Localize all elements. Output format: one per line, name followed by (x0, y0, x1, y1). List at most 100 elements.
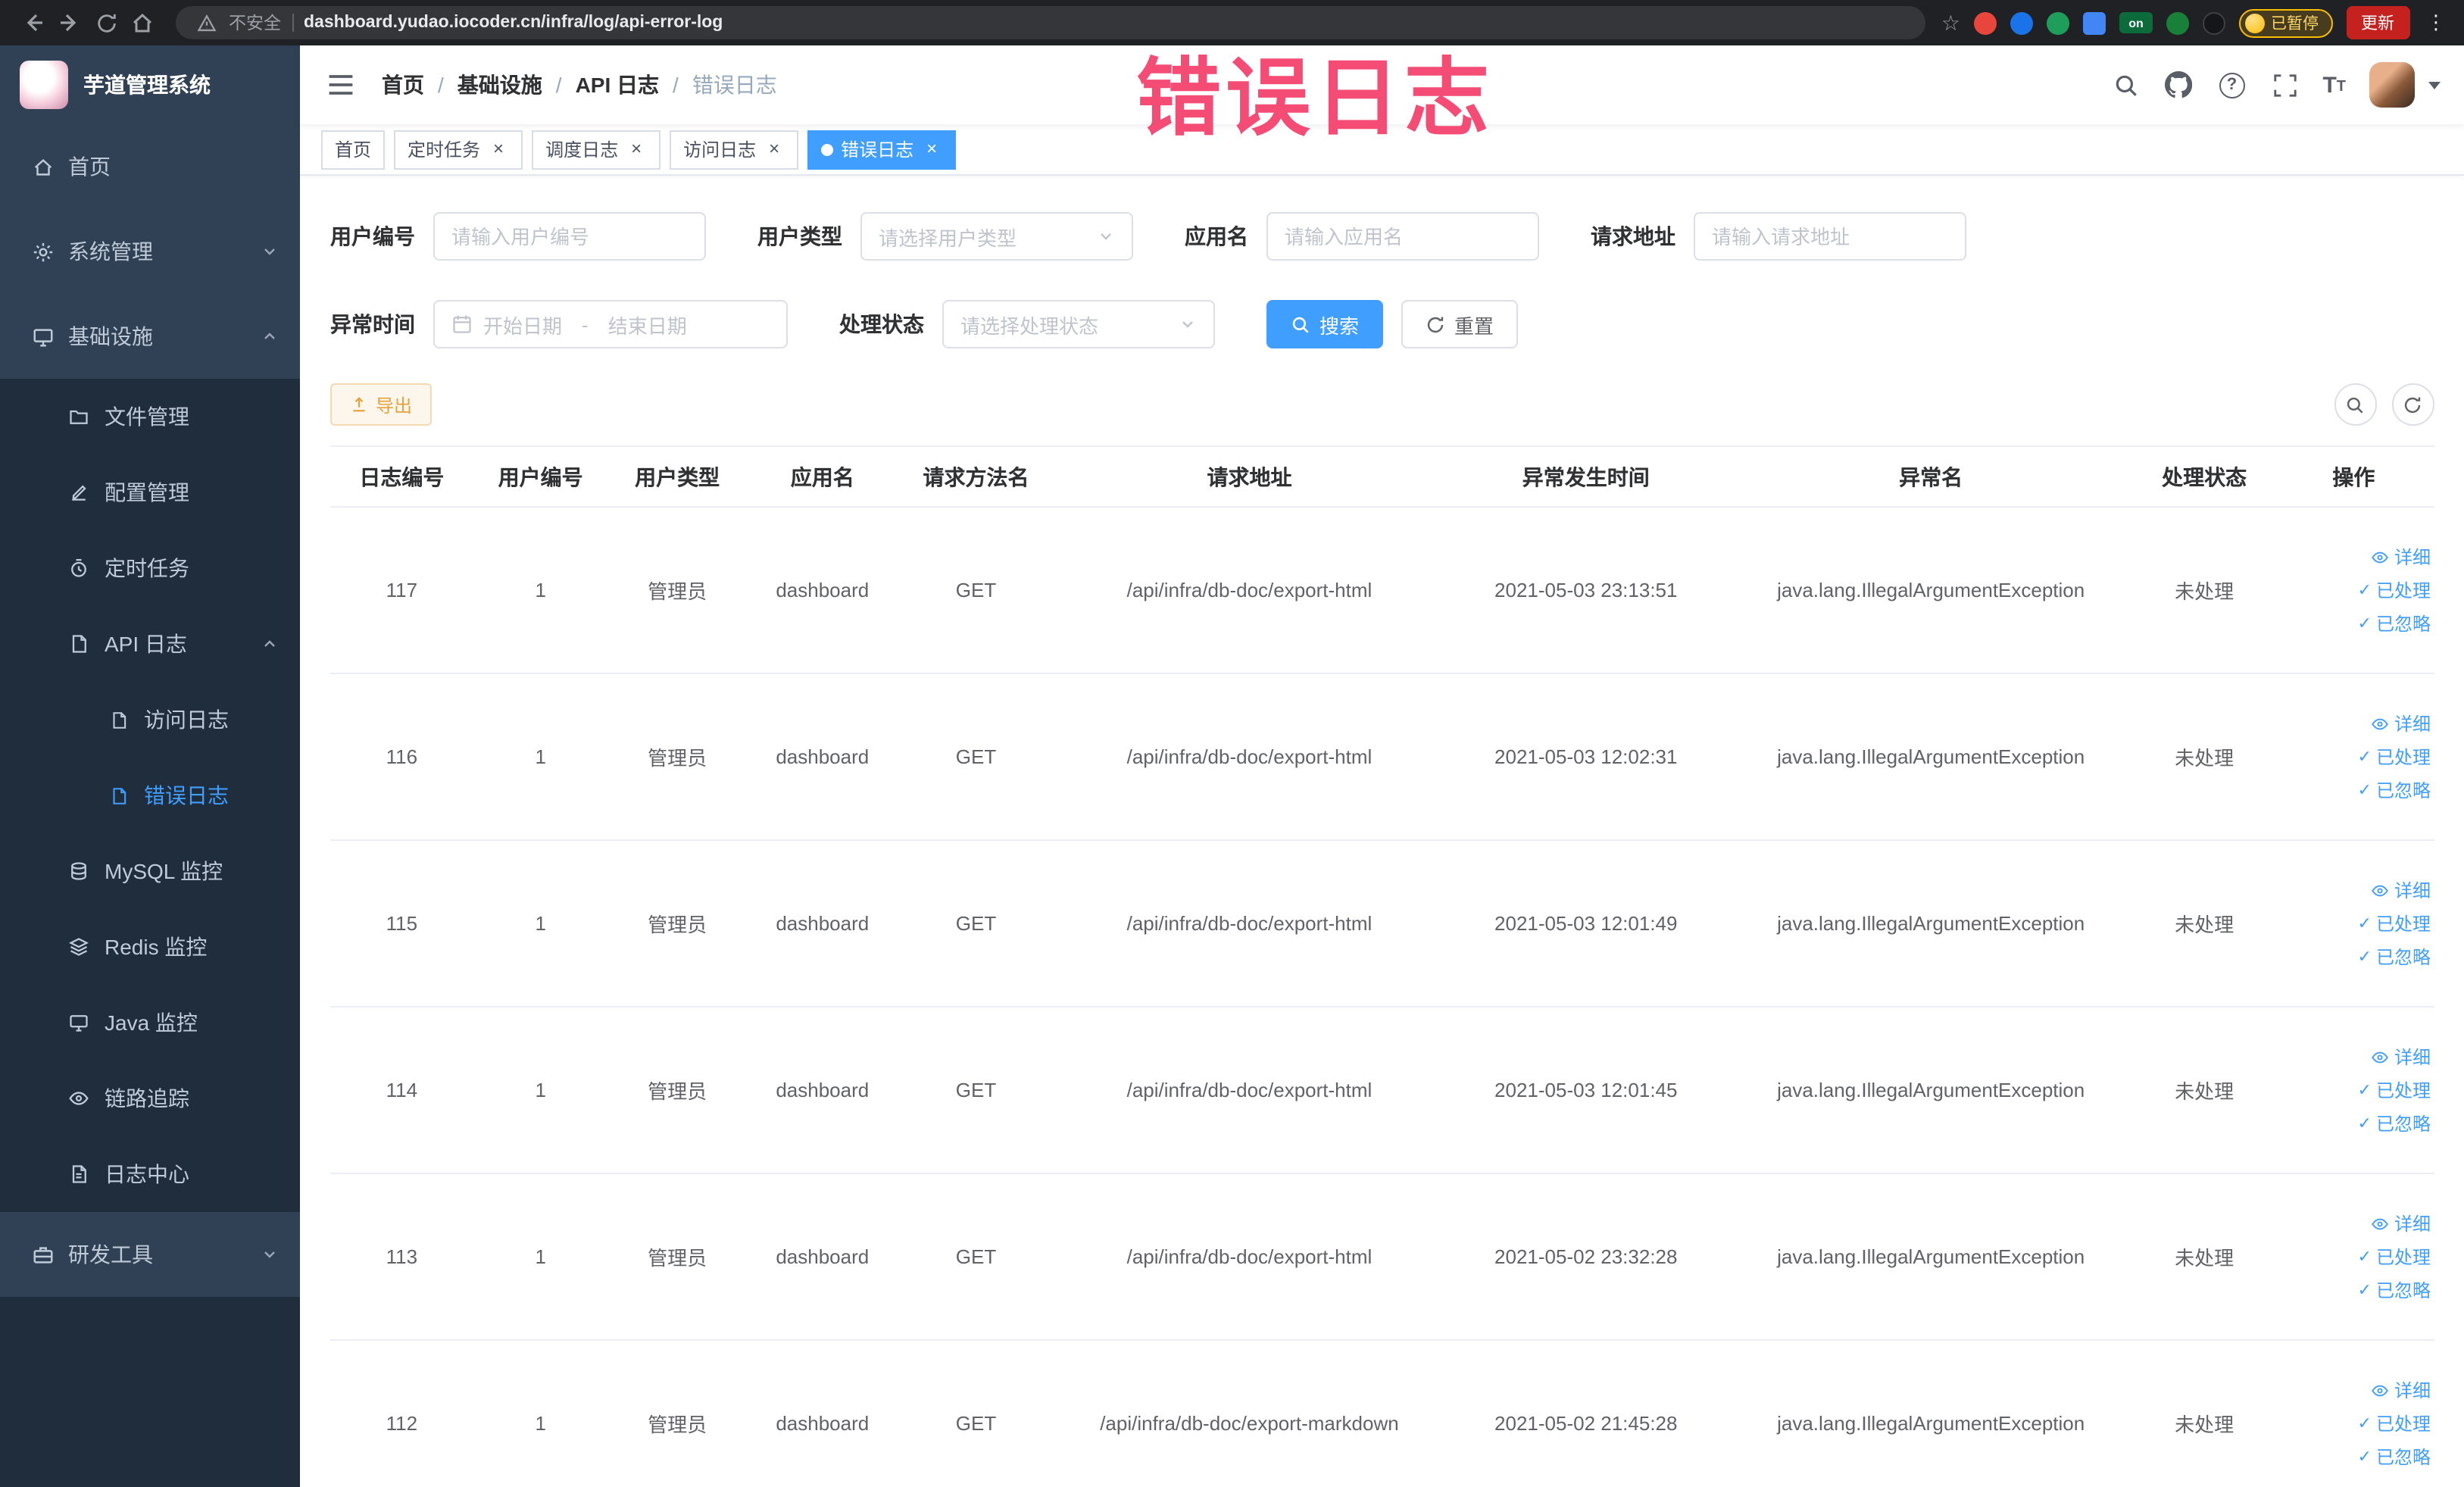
sidebar-item-mysql-monitor[interactable]: MySQL 监控 (0, 833, 300, 909)
exception-name: java.lang.IllegalArgumentException (1777, 912, 2085, 935)
process-status: 未处理 (2175, 580, 2234, 603)
error-log-table-body: 117 1 管理员 dashboard GET /api/infra/db-do… (330, 507, 2434, 1487)
user-type-cell: 管理员 (607, 840, 747, 1007)
processed-link[interactable]: ✓ 已处理 (2283, 1407, 2431, 1440)
refresh-button[interactable] (2391, 383, 2434, 426)
edit-icon (67, 480, 91, 505)
sidebar-item-file-management[interactable]: 文件管理 (0, 379, 300, 455)
user-id-input[interactable] (433, 212, 706, 261)
font-size-icon[interactable]: TT (2322, 73, 2346, 96)
detail-link[interactable]: 详细 (2283, 1040, 2431, 1073)
tab-error-log[interactable]: 错误日志 × (807, 130, 957, 169)
bookmark-star-icon[interactable]: ☆ (1941, 10, 1960, 36)
logo[interactable]: 芋道管理系统 (0, 45, 300, 124)
ignored-link[interactable]: ✓ 已忽略 (2283, 1440, 2431, 1473)
processed-link[interactable]: ✓ 已处理 (2283, 573, 2431, 607)
check-icon: ✓ (2357, 1448, 2372, 1466)
check-icon: ✓ (2357, 914, 2372, 932)
extension-paw-icon[interactable] (2203, 11, 2225, 34)
search-toggle-button[interactable] (2334, 383, 2376, 426)
exception-name: java.lang.IllegalArgumentException (1777, 1079, 2085, 1101)
help-icon[interactable]: ? (2216, 70, 2247, 100)
tab-access-log[interactable]: 访问日志 × (670, 130, 799, 169)
sidebar-item-config-management[interactable]: 配置管理 (0, 455, 300, 530)
date-range-picker[interactable]: 开始日期 - 结束日期 (433, 300, 788, 348)
extension-blue-drop-icon[interactable] (2010, 11, 2033, 34)
tab-label: 调度日志 (545, 139, 619, 161)
extension-on-badge[interactable]: on (2119, 12, 2153, 33)
table-row: 112 1 管理员 dashboard GET /api/infra/db-do… (330, 1340, 2434, 1487)
tab-home[interactable]: 首页 (321, 130, 386, 169)
breadcrumb-infrastructure[interactable]: 基础设施 (458, 70, 542, 100)
sidebar-item-access-log[interactable]: 访问日志 (0, 682, 300, 758)
sidebar-item-home[interactable]: 首页 (0, 124, 300, 209)
search-icon[interactable] (2110, 70, 2141, 100)
close-icon[interactable]: × (626, 138, 647, 160)
github-icon[interactable] (2163, 70, 2194, 100)
update-button[interactable]: 更新 (2346, 6, 2409, 39)
processed-link[interactable]: ✓ 已处理 (2283, 1073, 2431, 1107)
sidebar-item-dev-tools[interactable]: 研发工具 (0, 1212, 300, 1297)
extension-tree-icon[interactable] (2166, 11, 2189, 34)
app-name: dashboard (776, 745, 870, 768)
detail-link[interactable]: 详细 (2283, 540, 2431, 573)
ignored-link[interactable]: ✓ 已忽略 (2283, 1273, 2431, 1307)
extension-green-circle-icon[interactable] (2047, 11, 2069, 34)
ignored-link[interactable]: ✓ 已忽略 (2283, 773, 2431, 807)
ignored-link[interactable]: ✓ 已忽略 (2283, 940, 2431, 973)
fullscreen-icon[interactable] (2269, 70, 2300, 100)
close-icon[interactable]: × (488, 138, 509, 160)
paused-badge[interactable]: 已暂停 (2239, 8, 2332, 37)
home-icon[interactable] (124, 5, 161, 41)
detail-label: 详细 (2394, 546, 2431, 567)
sidebar-item-scheduled-tasks[interactable]: 定时任务 (0, 530, 300, 606)
reload-icon[interactable] (88, 5, 124, 41)
extension-red-icon[interactable] (1974, 11, 1997, 34)
sidebar-item-system-management[interactable]: 系统管理 (0, 209, 300, 294)
sidebar-item-link-tracing[interactable]: 链路追踪 (0, 1061, 300, 1136)
detail-link[interactable]: 详细 (2283, 1373, 2431, 1407)
processed-link[interactable]: ✓ 已处理 (2283, 907, 2431, 940)
processed-link[interactable]: ✓ 已处理 (2283, 1240, 2431, 1273)
user-type-label: 用户类型 (757, 224, 842, 248)
ignored-link[interactable]: ✓ 已忽略 (2283, 1107, 2431, 1140)
exception-name: java.lang.IllegalArgumentException (1777, 1412, 2085, 1435)
tab-label: 定时任务 (408, 139, 481, 161)
processed-link[interactable]: ✓ 已处理 (2283, 740, 2431, 773)
exception-time-cell: 2021-05-03 12:01:45 (1444, 1007, 1727, 1174)
sidebar-item-infrastructure[interactable]: 基础设施 (0, 294, 300, 379)
forward-icon[interactable] (52, 5, 88, 41)
sidebar-item-api-log[interactable]: API 日志 (0, 606, 300, 682)
detail-link[interactable]: 详细 (2283, 707, 2431, 740)
app-name-input[interactable] (1266, 212, 1539, 261)
close-icon[interactable]: × (921, 138, 942, 160)
tab-scheduled-tasks[interactable]: 定时任务 × (394, 130, 523, 169)
tab-schedule-log[interactable]: 调度日志 × (532, 130, 661, 169)
detail-link[interactable]: 详细 (2283, 1207, 2431, 1240)
sidebar-item-redis-monitor[interactable]: Redis 监控 (0, 909, 300, 985)
exception-name-cell: java.lang.IllegalArgumentException (1726, 840, 2135, 1007)
user-type-select[interactable]: 请选择用户类型 (860, 212, 1133, 261)
warning-icon (194, 11, 218, 35)
breadcrumb-api-log[interactable]: API 日志 (576, 70, 659, 100)
sidebar-item-java-monitor[interactable]: Java 监控 (0, 985, 300, 1061)
actions-cell: 详细 ✓ 已处理 ✓ 已忽略 (2273, 507, 2434, 674)
browser-menu-icon[interactable]: ⋮ (2423, 11, 2449, 35)
close-icon[interactable]: × (764, 138, 785, 160)
avatar[interactable] (2369, 62, 2414, 108)
hamburger-icon[interactable] (324, 68, 358, 102)
sidebar-item-log-center[interactable]: 日志中心 (0, 1136, 300, 1212)
ignored-link[interactable]: ✓ 已忽略 (2283, 607, 2431, 640)
address-bar[interactable]: 不安全 dashboard.yudao.iocoder.cn/infra/log… (176, 6, 1926, 39)
process-status-select[interactable]: 请选择处理状态 (942, 300, 1215, 348)
caret-down-icon[interactable] (2428, 81, 2440, 89)
extension-blue-grid-icon[interactable] (2083, 11, 2106, 34)
export-button[interactable]: 导出 (330, 383, 433, 426)
back-icon[interactable] (15, 5, 52, 41)
request-url-input[interactable] (1694, 212, 1966, 261)
detail-link[interactable]: 详细 (2283, 873, 2431, 907)
search-button[interactable]: 搜索 (1266, 300, 1384, 348)
sidebar-item-error-log[interactable]: 错误日志 (0, 758, 300, 833)
breadcrumb-home[interactable]: 首页 (382, 70, 424, 100)
reset-button[interactable]: 重置 (1401, 300, 1519, 348)
